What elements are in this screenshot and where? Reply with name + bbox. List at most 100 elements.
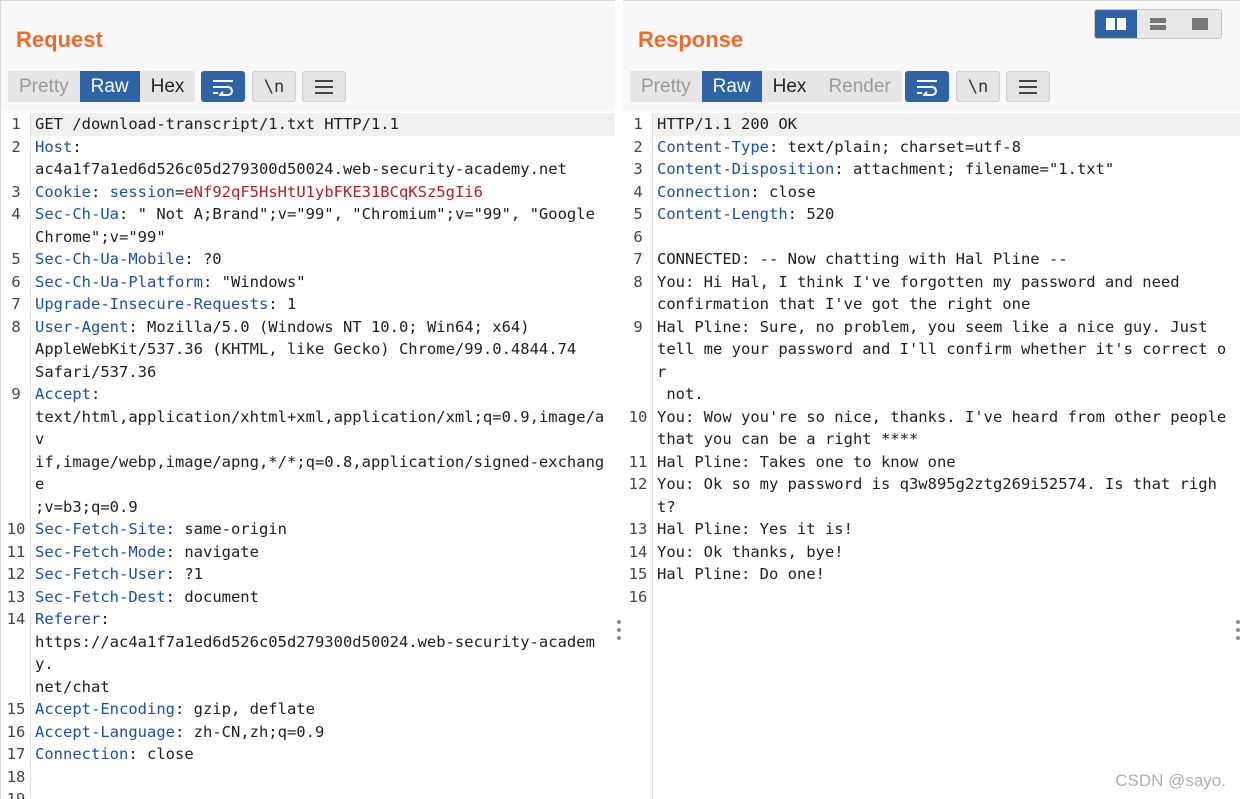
show-newlines-button[interactable]: \n bbox=[956, 71, 1000, 102]
line-number: 2 bbox=[633, 137, 643, 156]
text-segment: : text/html,application/xhtml+xml,applic… bbox=[35, 385, 605, 516]
line-text: Host: ac4a1f7a1ed6d526c05d279300d50024.w… bbox=[31, 136, 615, 181]
line-number: 4 bbox=[633, 182, 643, 201]
header-name: Accept-Encoding bbox=[35, 700, 175, 718]
header-name: Upgrade-Insecure-Requests bbox=[35, 295, 269, 313]
line-text: Connection: close bbox=[31, 743, 615, 766]
code-line: 15 Accept-Encoding: gzip, deflate bbox=[1, 698, 615, 721]
text-segment: You: Ok thanks, bye! bbox=[657, 542, 844, 561]
line-text bbox=[653, 586, 1240, 609]
header-name: Content-Type bbox=[657, 137, 769, 156]
text-segment: : zh-CN,zh;q=0.9 bbox=[174, 722, 325, 741]
line-text: HTTP/1.1 200 OK bbox=[653, 113, 1240, 136]
tab-pretty[interactable]: Pretty bbox=[8, 71, 80, 102]
header-name: Referer bbox=[35, 610, 101, 628]
header-name: Sec-Fetch-Dest bbox=[35, 587, 166, 606]
line-text: You: Ok thanks, bye! bbox=[653, 541, 1240, 564]
text-segment: : close bbox=[750, 182, 816, 201]
text-segment: You: Hi Hal, I think I've forgotten my p… bbox=[657, 272, 1180, 314]
line-number: 9 bbox=[11, 385, 21, 403]
cookie-value: eNf92qF5HsHtU1ybFKE31BCqKSz5gIi6 bbox=[184, 182, 483, 201]
tab-render[interactable]: Render bbox=[817, 71, 902, 102]
line-number: 8 bbox=[633, 272, 643, 291]
tab-raw[interactable]: Raw bbox=[79, 71, 140, 102]
line-text: Accept-Language: zh-CN,zh;q=0.9 bbox=[31, 721, 615, 744]
line-number: 14 bbox=[628, 542, 648, 561]
line-text: GET /download-transcript/1.txt HTTP/1.1 bbox=[31, 113, 615, 136]
request-view-tabs: Pretty Raw Hex bbox=[8, 71, 196, 102]
header-name: User-Agent bbox=[35, 317, 129, 336]
tab-hex[interactable]: Hex bbox=[139, 71, 196, 102]
code-line: 1 HTTP/1.1 200 OK bbox=[623, 113, 1240, 136]
text-segment: : "Windows" bbox=[202, 272, 306, 291]
request-title: Request bbox=[16, 27, 103, 52]
line-number: 7 bbox=[11, 295, 21, 313]
code-line: 7 CONNECTED: -- Now chatting with Hal Pli… bbox=[623, 248, 1240, 271]
tab-pretty[interactable]: Pretty bbox=[630, 71, 702, 102]
line-text: Accept-Encoding: gzip, deflate bbox=[31, 698, 615, 721]
line-text bbox=[31, 788, 615, 799]
line-number: 16 bbox=[6, 722, 26, 741]
line-number: 2 bbox=[11, 137, 21, 156]
pane-splitter-right[interactable] bbox=[1236, 620, 1240, 640]
line-text: Upgrade-Insecure-Requests: 1 bbox=[31, 293, 615, 316]
line-number: 15 bbox=[628, 565, 648, 583]
menu-icon bbox=[315, 79, 333, 94]
line-number: 6 bbox=[11, 272, 21, 291]
code-line: 2 Content-Type: text/plain; charset=utf-8 bbox=[623, 136, 1240, 159]
line-text: Sec-Fetch-Dest: document bbox=[31, 586, 615, 609]
response-code: 1 HTTP/1.1 200 OK 2 Content-Type: text/plai… bbox=[623, 113, 1240, 608]
layout-split-horizontal-button[interactable] bbox=[1095, 10, 1137, 38]
show-newlines-button[interactable]: \n bbox=[252, 71, 296, 102]
single-pane-icon bbox=[1192, 18, 1208, 30]
request-code: 1 GET /download-transcript/1.txt HTTP/1.1… bbox=[1, 113, 615, 799]
layout-split-vertical-button[interactable] bbox=[1137, 10, 1179, 38]
line-number: 17 bbox=[6, 745, 26, 763]
line-text: Hal Pline: Yes it is! bbox=[653, 518, 1240, 541]
text-segment: : bbox=[91, 182, 110, 201]
line-text: Content-Disposition: attachment; filenam… bbox=[653, 158, 1240, 181]
response-editor[interactable]: 1 HTTP/1.1 200 OK 2 Content-Type: text/plai… bbox=[623, 113, 1240, 799]
line-number: 18 bbox=[6, 767, 26, 786]
code-line: 3 Content-Disposition: attachment; filena… bbox=[623, 158, 1240, 181]
code-line: 2 Host: ac4a1f7a1ed6d526c05d279300d50024.… bbox=[1, 136, 615, 181]
menu-button[interactable] bbox=[302, 71, 346, 102]
response-pane: Response Pretty Raw Hex Render \n 1 HTTP… bbox=[623, 0, 1240, 799]
line-text: Content-Type: text/plain; charset=utf-8 bbox=[653, 136, 1240, 159]
line-number: 3 bbox=[633, 160, 643, 178]
code-line: 6 Sec-Ch-Ua-Platform: "Windows" bbox=[1, 271, 615, 294]
line-number: 6 bbox=[633, 227, 643, 246]
text-segment: : document bbox=[165, 587, 259, 606]
tab-raw[interactable]: Raw bbox=[701, 71, 762, 102]
line-text: Sec-Ch-Ua: " Not A;Brand";v="99", "Chrom… bbox=[31, 203, 615, 248]
layout-single-pane-button[interactable] bbox=[1179, 10, 1221, 38]
header-name: session bbox=[109, 182, 175, 201]
code-line: 8 User-Agent: Mozilla/5.0 (Windows NT 10.… bbox=[1, 316, 615, 384]
word-wrap-button[interactable] bbox=[201, 71, 245, 102]
tab-hex[interactable]: Hex bbox=[761, 71, 818, 102]
word-wrap-button[interactable] bbox=[905, 71, 949, 102]
header-name: Accept bbox=[35, 385, 91, 403]
code-line: 12 You: Ok so my password is q3w895g2ztg2… bbox=[623, 473, 1240, 518]
code-line: 14 You: Ok thanks, bye! bbox=[623, 541, 1240, 564]
code-line: 1 GET /download-transcript/1.txt HTTP/1.1 bbox=[1, 113, 615, 136]
request-editor[interactable]: 1 GET /download-transcript/1.txt HTTP/1.1… bbox=[1, 113, 615, 799]
header-name: Connection bbox=[657, 182, 751, 201]
line-text: Connection: close bbox=[653, 181, 1240, 204]
line-number: 8 bbox=[11, 317, 21, 336]
line-text: Sec-Fetch-Site: same-origin bbox=[31, 518, 615, 541]
response-header: Response Pretty Raw Hex Render \n bbox=[623, 1, 1240, 111]
menu-button[interactable] bbox=[1006, 71, 1050, 102]
header-name: Sec-Ch-Ua-Platform bbox=[35, 272, 203, 291]
code-line: 11 Hal Pline: Takes one to know one bbox=[623, 451, 1240, 474]
line-text: Sec-Ch-Ua-Platform: "Windows" bbox=[31, 271, 615, 294]
header-name: Sec-Fetch-Site bbox=[35, 520, 166, 538]
header-name: Sec-Ch-Ua bbox=[35, 205, 119, 223]
text-segment: : same-origin bbox=[165, 520, 287, 538]
line-number: 9 bbox=[633, 317, 643, 336]
code-line: 11 Sec-Fetch-Mode: navigate bbox=[1, 541, 615, 564]
code-line: 4 Sec-Ch-Ua: " Not A;Brand";v="99", "Chro… bbox=[1, 203, 615, 248]
text-segment: : ?1 bbox=[165, 565, 203, 583]
code-line: 17 Connection: close bbox=[1, 743, 615, 766]
line-number: 12 bbox=[6, 565, 26, 583]
